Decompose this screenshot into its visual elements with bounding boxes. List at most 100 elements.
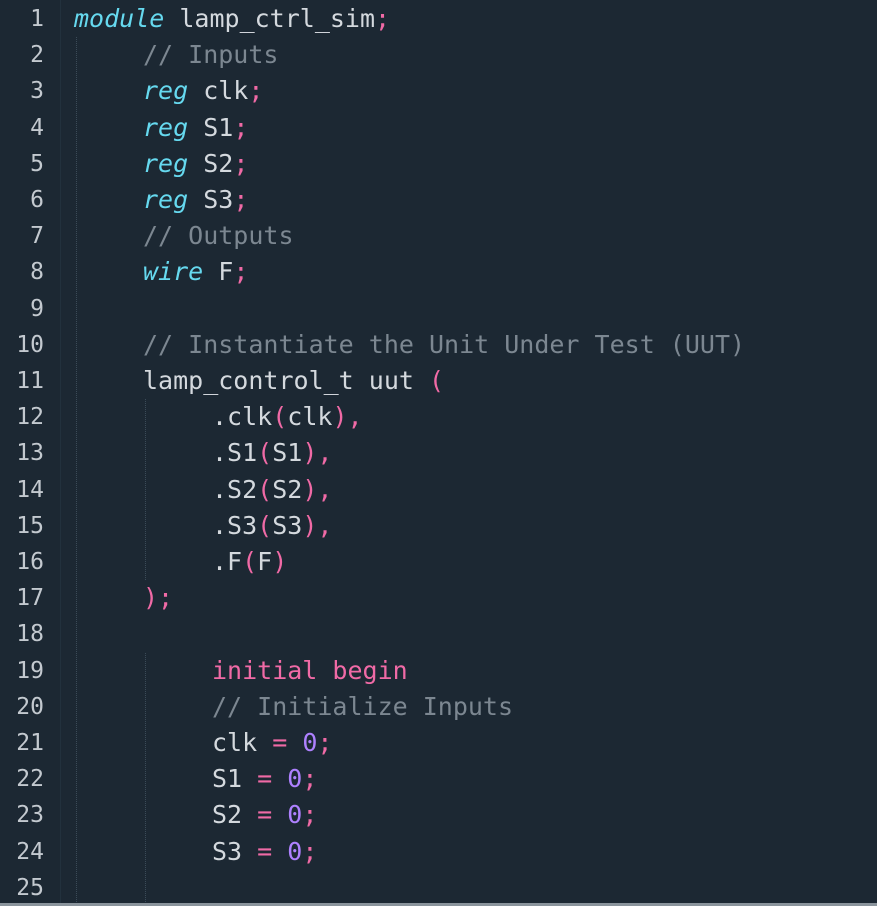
code-token: // Outputs (143, 221, 294, 251)
code-token: reg (143, 112, 189, 142)
code-token: ), (332, 402, 363, 432)
line-number: 14 (16, 476, 44, 503)
code-token: ( (428, 366, 445, 395)
code-token: S1 (212, 764, 258, 794)
line-number: 9 (30, 295, 44, 322)
line-number: 11 (16, 368, 44, 394)
code-line[interactable]: reg S1; (143, 110, 248, 146)
code-token: ( (272, 402, 288, 432)
line-number: 19 (16, 657, 44, 684)
line-number: 5 (30, 150, 44, 177)
code-token: 0 (287, 836, 303, 866)
code-token: = (257, 800, 273, 830)
code-token: module (74, 4, 165, 33)
code-line[interactable]: clk = 0; (212, 725, 332, 761)
code-token: ), (302, 474, 333, 504)
code-token: ), (302, 438, 333, 468)
code-line[interactable]: S1 = 0; (212, 761, 317, 797)
code-token: // Instantiate the Unit Under Test (UUT) (143, 329, 746, 359)
code-token: ; (375, 4, 391, 33)
code-token: .S2 (212, 474, 258, 504)
code-line[interactable]: S3 = 0; (212, 834, 317, 870)
code-token: wire (143, 257, 204, 287)
code-token: S1 (272, 438, 303, 468)
line-number: 7 (30, 223, 44, 250)
gutter-divider (60, 0, 61, 906)
code-line[interactable]: S2 = 0; (212, 797, 317, 833)
code-token: S3 (212, 836, 258, 866)
code-line[interactable]: module lamp_ctrl_sim; (74, 1, 390, 37)
code-token: // Inputs (143, 40, 279, 70)
code-token: reg (143, 148, 189, 178)
indent-guide (76, 37, 77, 906)
code-line[interactable]: .clk(clk), (212, 399, 363, 435)
code-token: .F (212, 547, 243, 576)
line-number: 12 (16, 404, 44, 431)
code-token: ; (233, 185, 249, 214)
code-line[interactable]: .S3(S3), (212, 508, 332, 544)
code-token: F (257, 547, 273, 576)
code-line[interactable]: .F(F) (212, 544, 287, 580)
code-token: ; (302, 764, 318, 794)
code-line[interactable]: .S2(S2), (212, 472, 332, 508)
code-token: clk (287, 402, 333, 432)
line-number: 21 (16, 730, 44, 756)
code-line[interactable]: reg S3; (143, 182, 248, 218)
code-line[interactable]: initial begin (212, 653, 408, 689)
code-token: initial begin (212, 655, 408, 685)
code-line[interactable]: .S1(S1), (212, 435, 332, 471)
indent-guide (145, 652, 146, 906)
code-token: 0 (287, 800, 303, 830)
line-number: 25 (16, 874, 44, 901)
code-line[interactable]: // Outputs (143, 218, 294, 254)
code-line[interactable]: reg clk; (143, 73, 263, 109)
code-token: F (203, 257, 234, 287)
code-token: reg (143, 185, 189, 214)
line-number: 13 (16, 440, 44, 467)
code-token: S1 (188, 112, 234, 142)
code-line[interactable]: ); (143, 580, 173, 616)
indent-guide (145, 399, 146, 581)
code-token: ), (302, 510, 333, 540)
line-number: 17 (16, 585, 44, 612)
code-editor[interactable]: 1 2 3 4 5 6 7 8 9 10 11 12 13 14 15 16 17 18 19 20 21 22 23 24 2… (0, 0, 877, 906)
line-number: 1 (30, 6, 44, 32)
code-token: ; (317, 728, 333, 757)
code-token: reg (143, 76, 189, 106)
line-number: 2 (30, 42, 44, 69)
code-line[interactable]: // Initialize Inputs (212, 689, 513, 725)
line-number: 20 (16, 693, 44, 720)
code-token: ; (302, 800, 318, 830)
code-token: clk (212, 728, 273, 757)
code-line[interactable]: wire F; (143, 254, 248, 290)
code-line[interactable]: reg S2; (143, 146, 248, 182)
code-token: S3 (188, 185, 234, 214)
code-token: S2 (272, 474, 303, 504)
code-token: S2 (212, 800, 258, 830)
code-token: ( (242, 547, 258, 576)
line-number: 3 (30, 78, 44, 105)
line-number: 24 (16, 838, 44, 865)
code-line[interactable]: // Instantiate the Unit Under Test (UUT) (143, 327, 745, 363)
line-number: 16 (16, 549, 44, 575)
code-line[interactable]: // Inputs (143, 37, 278, 73)
line-number: 22 (16, 766, 44, 793)
code-token: // Initialize Inputs (212, 691, 514, 721)
code-token: = (272, 728, 288, 757)
code-token: ( (257, 510, 273, 540)
code-token: S3 (272, 510, 303, 540)
line-number: 4 (30, 114, 44, 141)
code-token: ); (143, 583, 174, 613)
line-number: 15 (16, 512, 44, 539)
line-number: 8 (30, 259, 44, 286)
code-token: .clk (212, 402, 273, 432)
code-token: .S1 (212, 438, 258, 468)
code-token: ; (233, 112, 249, 142)
line-number: 18 (16, 621, 44, 648)
code-line[interactable]: lamp_control_t uut ( (143, 363, 444, 399)
code-token: 0 (302, 728, 318, 757)
